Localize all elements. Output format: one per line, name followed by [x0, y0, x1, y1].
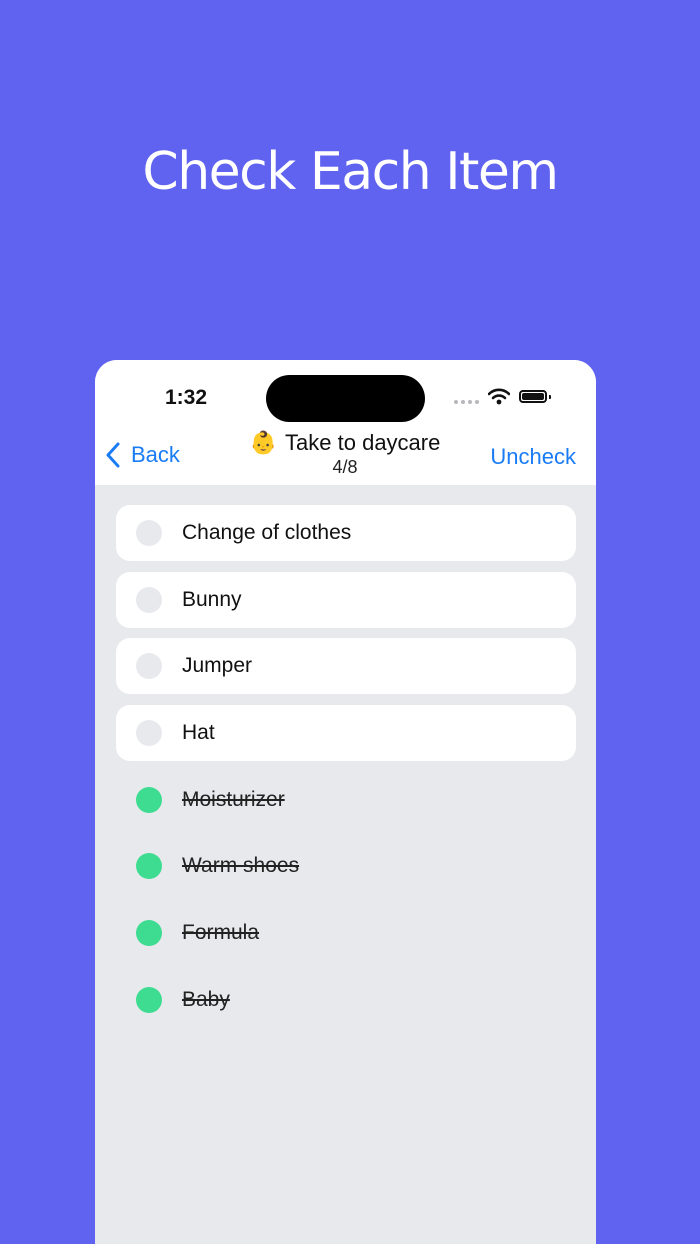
battery-tip [549, 395, 551, 399]
phone-screen: 1:32 Back 👶 Take to daycare 4/8 Uncheck [95, 360, 596, 1244]
list-item[interactable]: Change of clothes [116, 505, 576, 561]
list-item[interactable]: Jumper [116, 638, 576, 695]
checkbox-circle-checked[interactable] [136, 920, 162, 947]
status-time: 1:32 [165, 386, 208, 409]
battery-icon [519, 390, 547, 403]
signal-icon [454, 400, 479, 404]
list-title: Take to daycare [285, 430, 441, 455]
nav-title: 👶 Take to daycare 4/8 [215, 430, 475, 478]
dynamic-island [266, 375, 425, 422]
item-label: Moisturizer [182, 787, 285, 811]
back-label: Back [131, 442, 180, 467]
checkbox-circle[interactable] [136, 653, 162, 680]
checkbox-circle-checked[interactable] [136, 986, 162, 1013]
baby-emoji-icon: 👶 [249, 430, 278, 455]
item-label: Jumper [182, 654, 253, 678]
checkbox-circle-checked[interactable] [136, 853, 162, 880]
item-label: Bunny [182, 587, 242, 611]
item-label: Hat [182, 721, 215, 745]
item-label: Warm shoes [182, 854, 300, 878]
uncheck-button[interactable]: Uncheck [490, 444, 576, 470]
progress-count: 4/8 [332, 457, 358, 477]
checkbox-circle[interactable] [136, 520, 162, 546]
item-label: Formula [182, 921, 260, 945]
wifi-icon [488, 388, 510, 405]
list-item[interactable]: Hat [116, 705, 576, 762]
checkbox-circle[interactable] [136, 586, 162, 613]
checklist: Change of clothes Bunny Jumper Hat Moist… [116, 505, 576, 1039]
checkbox-circle[interactable] [136, 720, 162, 747]
list-item-checked[interactable]: Warm shoes [116, 838, 576, 894]
item-label: Baby [182, 987, 230, 1011]
list-item[interactable]: Bunny [116, 571, 576, 628]
chevron-left-icon [106, 442, 120, 468]
headline: Check Each Item [142, 142, 559, 202]
back-button[interactable]: Back [105, 442, 180, 468]
top-bar: 1:32 Back 👶 Take to daycare 4/8 Uncheck [95, 360, 596, 485]
list-item-checked[interactable]: Moisturizer [116, 772, 576, 828]
list-item-checked[interactable]: Baby [116, 972, 576, 1028]
list-item-checked[interactable]: Formula [116, 905, 576, 961]
item-label: Change of clothes [182, 521, 352, 544]
checkbox-circle-checked[interactable] [136, 786, 162, 813]
